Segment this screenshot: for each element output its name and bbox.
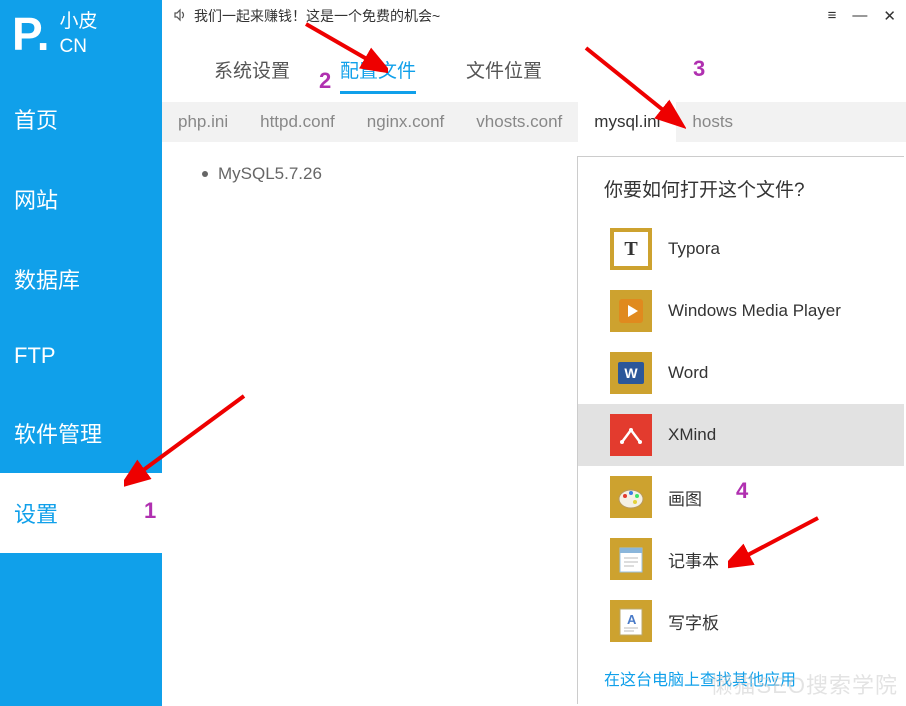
- titlebar: 我们一起来赚钱！这是一个免费的机会~ ≡ — ✕: [162, 0, 906, 32]
- sidebar-item-database[interactable]: 数据库: [0, 239, 162, 319]
- sidebar-item-label: 首页: [14, 108, 58, 133]
- app-name-label: 画图: [668, 485, 702, 510]
- sidebar-item-website[interactable]: 网站: [0, 159, 162, 239]
- subtab-label: nginx.conf: [367, 112, 445, 131]
- sidebar-item-label: 网站: [14, 188, 58, 213]
- sidebar-item-home[interactable]: 首页: [0, 79, 162, 159]
- subtab-mysql-ini[interactable]: mysql.ini: [578, 102, 676, 142]
- tab-label: 系统设置: [214, 61, 290, 82]
- subtab-label: hosts: [692, 112, 733, 131]
- tab-label: 配置文件: [340, 61, 416, 82]
- menu-icon[interactable]: ≡: [828, 7, 837, 25]
- app-item-wordpad[interactable]: A 写字板: [604, 590, 884, 652]
- tab-system-settings[interactable]: 系统设置: [214, 56, 290, 94]
- paint-icon: [610, 476, 652, 518]
- dialog-title: 你要如何打开这个文件?: [604, 175, 884, 202]
- logo-brand-bottom: CN: [60, 35, 98, 60]
- settings-tabs: 系统设置 配置文件 文件位置: [162, 32, 906, 94]
- sidebar-item-software[interactable]: 软件管理: [0, 393, 162, 473]
- annotation-number-4: 4: [736, 478, 748, 504]
- app-name-label: Windows Media Player: [668, 301, 841, 321]
- bullet-icon: [202, 171, 208, 177]
- annotation-number-1: 1: [144, 498, 156, 524]
- logo-brand-top: 小皮: [60, 10, 98, 35]
- sidebar-item-label: 设置: [14, 502, 58, 527]
- app-name-label: XMind: [668, 425, 716, 445]
- tab-file-location[interactable]: 文件位置: [466, 56, 542, 94]
- find-other-apps-link[interactable]: 在这台电脑上查找其他应用: [604, 666, 884, 690]
- svg-text:A: A: [627, 612, 637, 627]
- app-list: T Typora Windows Media Player W Word XMi…: [604, 218, 884, 652]
- app-item-xmind[interactable]: XMind: [578, 404, 904, 466]
- list-item-label: MySQL5.7.26: [218, 164, 322, 184]
- subtab-vhosts-conf[interactable]: vhosts.conf: [460, 102, 578, 142]
- annotation-number-2: 2: [319, 68, 331, 94]
- config-subtabs: php.ini httpd.conf nginx.conf vhosts.con…: [162, 102, 906, 142]
- app-item-typora[interactable]: T Typora: [604, 218, 884, 280]
- word-icon: W: [610, 352, 652, 394]
- subtab-httpd-conf[interactable]: httpd.conf: [244, 102, 351, 142]
- app-item-notepad[interactable]: 记事本: [604, 528, 884, 590]
- wmp-icon: [610, 290, 652, 332]
- app-name-label: Typora: [668, 239, 720, 259]
- wordpad-icon: A: [610, 600, 652, 642]
- app-logo: P. 小皮 CN: [0, 0, 162, 79]
- xmind-icon: [610, 414, 652, 456]
- logo-p-icon: P.: [12, 15, 50, 54]
- subtab-nginx-conf[interactable]: nginx.conf: [351, 102, 461, 142]
- app-item-wmp[interactable]: Windows Media Player: [604, 280, 884, 342]
- speaker-icon: [172, 7, 188, 26]
- close-icon[interactable]: ✕: [883, 7, 896, 25]
- subtab-hosts[interactable]: hosts: [676, 102, 749, 142]
- notepad-icon: [610, 538, 652, 580]
- annotation-number-3: 3: [693, 56, 705, 82]
- typora-icon: T: [610, 228, 652, 270]
- sidebar-item-label: 数据库: [14, 268, 80, 293]
- app-item-word[interactable]: W Word: [604, 342, 884, 404]
- sidebar-item-label: 软件管理: [14, 422, 102, 447]
- subtab-label: vhosts.conf: [476, 112, 562, 131]
- subtab-label: php.ini: [178, 112, 228, 131]
- subtab-label: httpd.conf: [260, 112, 335, 131]
- promo-text: 我们一起来赚钱！这是一个免费的机会~: [194, 6, 440, 26]
- minimize-icon[interactable]: —: [852, 7, 867, 25]
- subtab-label: mysql.ini: [594, 112, 660, 131]
- tab-config-files[interactable]: 配置文件: [340, 56, 416, 94]
- tab-label: 文件位置: [466, 61, 542, 82]
- app-name-label: 写字板: [668, 609, 719, 634]
- subtab-php-ini[interactable]: php.ini: [162, 102, 244, 142]
- open-with-dialog: 你要如何打开这个文件? T Typora Windows Media Playe…: [577, 156, 904, 704]
- sidebar: P. 小皮 CN 首页 网站 数据库 FTP 软件管理 设置: [0, 0, 162, 706]
- sidebar-item-ftp[interactable]: FTP: [0, 319, 162, 393]
- sidebar-item-settings[interactable]: 设置: [0, 473, 162, 553]
- app-name-label: Word: [668, 363, 708, 383]
- svg-text:W: W: [624, 365, 638, 381]
- app-name-label: 记事本: [668, 547, 719, 572]
- sidebar-item-label: FTP: [14, 343, 56, 368]
